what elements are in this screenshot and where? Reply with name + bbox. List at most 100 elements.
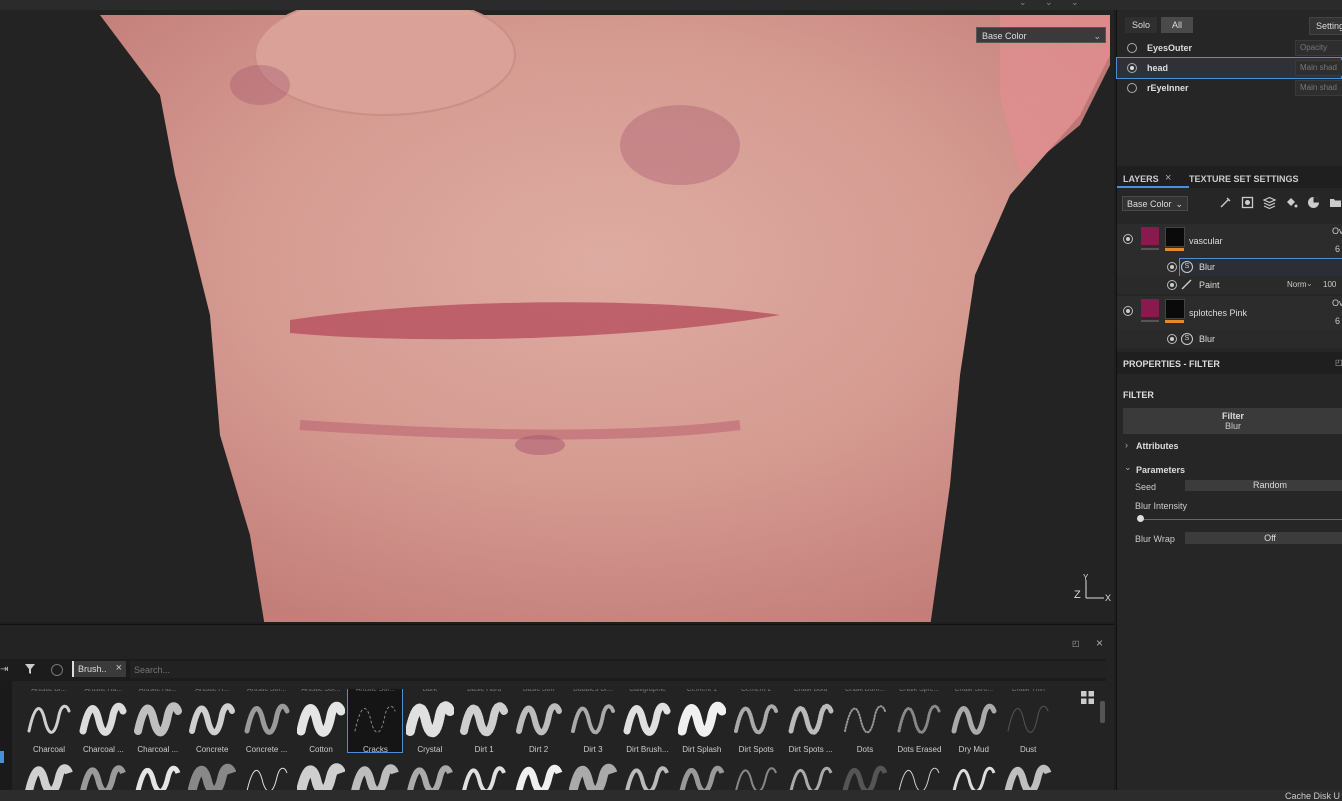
brush-item[interactable]: Chalk Spre... Dots Erased <box>892 689 946 759</box>
brush-item-row2[interactable] <box>675 761 729 791</box>
texture-set-row[interactable]: rEyeInner Main shad <box>1117 78 1342 98</box>
brush-item[interactable]: Chalk Thin Dust <box>1001 689 1055 759</box>
layer-blend-mode[interactable]: Ov <box>1332 298 1342 308</box>
effect-row-blur-2[interactable]: S Blur <box>1117 330 1342 348</box>
brush-item[interactable]: Bubbles Br... Dirt 3 <box>566 689 620 759</box>
viewport-3d[interactable]: Base Color ⌄ Z Y X <box>0 10 1114 622</box>
undock-icon[interactable]: ◰ <box>1335 358 1342 367</box>
effect-opacity[interactable]: 100 <box>1323 280 1336 289</box>
chevron-right-icon[interactable]: › <box>1125 440 1128 450</box>
brush-item-row2[interactable] <box>566 761 620 791</box>
brush-item[interactable]: Chalk Stro... Dry Mud <box>947 689 1001 759</box>
radio-icon[interactable] <box>1127 43 1137 53</box>
layer-opacity[interactable]: 6 <box>1335 316 1340 326</box>
parameters-section[interactable]: Parameters <box>1136 465 1185 475</box>
brush-item-row2[interactable] <box>294 761 348 791</box>
brush-item[interactable]: Artistic Ha... Charcoal ... <box>131 689 185 759</box>
smart-material-icon[interactable] <box>1307 196 1320 209</box>
texture-set-row-selected[interactable]: head Main shad <box>1116 57 1342 79</box>
brush-item-row2[interactable] <box>403 761 457 791</box>
brush-item[interactable]: Basic Hard Dirt 1 <box>457 689 511 759</box>
eye-icon[interactable] <box>1123 306 1133 316</box>
filter-icon[interactable] <box>24 663 36 677</box>
brush-item-row2[interactable] <box>457 761 511 791</box>
brush-item-row2[interactable] <box>838 761 892 791</box>
blur-intensity-slider-track[interactable] <box>1139 519 1342 520</box>
texture-set-field[interactable]: Main shad <box>1295 60 1342 76</box>
texture-set-row[interactable]: EyesOuter Opacity <box>1117 38 1342 58</box>
brush-item[interactable]: Bark Crystal <box>403 689 457 759</box>
brush-item-row2[interactable] <box>131 761 185 791</box>
blur-intensity-slider-handle[interactable] <box>1137 515 1144 522</box>
effect-row-blur[interactable]: S Blur <box>1117 258 1342 277</box>
viewport-channel-select[interactable]: Base Color ⌄ <box>976 27 1106 43</box>
tab-texture-set-settings[interactable]: TEXTURE SET SETTINGS <box>1189 174 1299 184</box>
eye-icon[interactable] <box>1167 334 1177 344</box>
settings-button[interactable]: Setting <box>1309 17 1342 35</box>
brush-item[interactable]: Cement 2 Dirt Spots <box>729 689 783 759</box>
brush-item-row2[interactable] <box>185 761 239 791</box>
solo-button[interactable]: Solo <box>1125 17 1157 33</box>
close-icon[interactable]: × <box>1096 636 1103 650</box>
undock-icon[interactable]: ◰ <box>1072 639 1080 648</box>
shelf-search-input[interactable] <box>130 661 1106 678</box>
brush-item[interactable]: Chalk Bum... Dots <box>838 689 892 759</box>
layer-opacity[interactable]: 6 <box>1335 244 1340 254</box>
add-effect-icon[interactable] <box>1219 196 1232 209</box>
layers-channel-select[interactable]: Base Color ⌄ <box>1122 196 1188 211</box>
effect-row-paint[interactable]: Paint Norm ⌄ 100 <box>1117 276 1342 294</box>
brush-item-row2[interactable] <box>729 761 783 791</box>
brush-item[interactable]: Artistic Br... Charcoal <box>22 689 76 759</box>
tab-layers[interactable]: LAYERS <box>1123 174 1159 184</box>
filter-tag[interactable]: Brush.. × <box>72 661 126 677</box>
brush-item-row2[interactable] <box>240 761 294 791</box>
brush-item-row2[interactable] <box>620 761 674 791</box>
brush-item-row2[interactable] <box>784 761 838 791</box>
grid-view-icon[interactable] <box>1081 691 1094 706</box>
brush-item[interactable]: Calligraphic Dirt Brush... <box>620 689 674 759</box>
brush-item-row2[interactable] <box>947 761 1001 791</box>
close-icon[interactable]: × <box>116 662 122 674</box>
brush-item[interactable]: Cement 1 Dirt Splash <box>675 689 729 759</box>
brush-item-row2[interactable] <box>512 761 566 791</box>
blur-wrap-toggle[interactable]: Off <box>1185 532 1342 544</box>
brush-item[interactable]: Artistic Sof... Cracks <box>347 689 404 754</box>
chevron-down-icon[interactable]: ⌄ <box>1045 0 1053 8</box>
filter-slot[interactable]: Filter Blur <box>1123 408 1342 434</box>
brush-item-row2[interactable] <box>892 761 946 791</box>
eye-icon[interactable] <box>1167 280 1177 290</box>
folder-icon[interactable] <box>1329 196 1342 209</box>
eye-icon[interactable] <box>1123 234 1133 244</box>
eye-icon[interactable] <box>1167 262 1177 272</box>
layer-row-vascular[interactable]: vascular Ov 6 <box>1117 224 1342 258</box>
layer-blend-mode[interactable]: Ov <box>1332 226 1342 236</box>
add-fill-layer-icon[interactable] <box>1262 196 1277 210</box>
effect-blend-mode[interactable]: Norm <box>1287 280 1307 289</box>
attributes-section[interactable]: Attributes <box>1136 441 1179 451</box>
brush-item[interactable]: Artistic Sof... Cotton <box>294 689 348 759</box>
chevron-down-icon[interactable]: ⌄ <box>1071 0 1079 8</box>
brush-item-row2[interactable] <box>348 761 402 791</box>
chevron-down-icon[interactable]: ⌄ <box>1019 0 1027 8</box>
radio-icon[interactable] <box>1127 63 1137 73</box>
all-button[interactable]: All <box>1161 17 1193 33</box>
brush-item-row2[interactable] <box>76 761 130 791</box>
brush-item[interactable]: Artistic Sof... Concrete ... <box>240 689 294 759</box>
paint-bucket-icon[interactable] <box>1285 196 1298 209</box>
chevron-down-icon[interactable]: ⌄ <box>1124 462 1132 473</box>
brush-item[interactable]: Artistic Ha... Charcoal ... <box>76 689 130 759</box>
texture-set-field[interactable]: Opacity <box>1295 40 1342 56</box>
close-icon[interactable]: × <box>1165 172 1171 184</box>
brush-item[interactable]: Chalk Bold Dirt Spots ... <box>784 689 838 759</box>
brush-item[interactable]: Basic Soft Dirt 2 <box>512 689 566 759</box>
shelf-scrollbar[interactable] <box>1100 701 1105 723</box>
add-mask-icon[interactable] <box>1241 196 1254 209</box>
radio-icon[interactable] <box>1127 83 1137 93</box>
seed-random-button[interactable]: Random <box>1185 480 1342 491</box>
brush-item-row2[interactable] <box>1001 761 1055 791</box>
circle-toggle-icon[interactable] <box>51 664 63 676</box>
import-icon[interactable]: ⇥ <box>0 664 8 675</box>
layer-row-splotches-pink[interactable]: splotches Pink Ov 6 <box>1117 296 1342 330</box>
brush-item[interactable]: Artistic H... Concrete <box>185 689 239 759</box>
texture-set-field[interactable]: Main shad <box>1295 80 1342 96</box>
